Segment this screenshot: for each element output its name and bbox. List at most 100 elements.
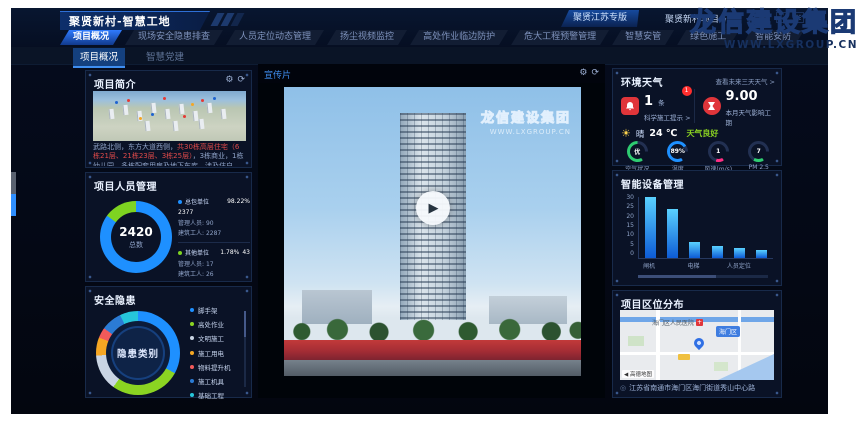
tab-dust-video[interactable]: 扬尘视频监控 [327, 30, 407, 45]
device-bar-chart [638, 197, 773, 259]
building-block [144, 121, 150, 131]
personnel-legend: 总包单位 98.22% 2377 管理人员: 90 建筑工人: 2287 其他单… [178, 197, 250, 278]
hourglass-icon [703, 97, 721, 115]
map-pin [139, 117, 142, 120]
scrollbar-thumb[interactable] [638, 275, 716, 278]
tab-smart-defense[interactable]: 智能安防 [742, 30, 804, 45]
chart-scrollbar[interactable] [638, 275, 768, 278]
location-icon: ◎ [620, 384, 626, 392]
gauge-pm25: 7 PM 2.5 [739, 141, 780, 173]
tab-major-project-warning[interactable]: 危大工程预警管理 [511, 30, 609, 45]
handle-bottom [11, 194, 16, 216]
tab-personnel-location[interactable]: 人员定位动态管理 [226, 30, 324, 45]
building-block [206, 103, 212, 113]
gauge-ring: 1 [708, 141, 729, 162]
gauge-humidity: 89% 湿度 [658, 141, 699, 173]
panel-hazard: 安全隐患 隐患类别 脚手架 高处作业 文明施工 施工用电 物料提升机 施工机具 … [85, 286, 252, 398]
building-block [178, 104, 184, 114]
chevron-down-icon: ∨ [722, 16, 727, 24]
map-road [738, 310, 741, 380]
panel-project-intro: 项目简介 ⚙ ⟳ 武路北侧，东方大 [85, 70, 252, 168]
tab-project-overview[interactable]: 项目概况 [60, 30, 122, 45]
building-block [220, 109, 226, 119]
sidebar-collapse-handle[interactable] [11, 172, 16, 216]
bar-column [706, 197, 728, 258]
gear-icon[interactable]: ⚙ [579, 68, 587, 78]
project-description: 武路北侧，东方大道西侧，共30栋高层住宅（6栋21层、21栋23层、3栋25层）… [93, 143, 246, 166]
tab-safety-hazard[interactable]: 现场安全隐患排查 [125, 30, 223, 45]
tab-smart-security[interactable]: 智慧安管 [612, 30, 674, 45]
hazard-legend: 脚手架 高处作业 文明施工 施工用电 物料提升机 施工机具 基础工程 [190, 305, 242, 404]
legend-item: 高处作业 [190, 319, 242, 329]
sun-icon: ☀ [621, 127, 631, 140]
map-pin [183, 115, 186, 118]
bar-column [728, 197, 750, 258]
y-axis: 3025 2015 105 0 [619, 195, 634, 257]
weather-stats: 1 条 科学施工提示 > 1 9.00 本月天气影响工期 [621, 89, 775, 123]
legend-dot [190, 351, 194, 355]
panel-title: 项目人员管理 [94, 178, 157, 193]
subtab-party-building[interactable]: 智慧党建 [139, 48, 191, 68]
refresh-icon[interactable]: ⟳ [591, 68, 599, 78]
user-icon[interactable]: ☷ [793, 12, 804, 23]
legend-item: 其他单位 1.78% 43 [178, 248, 250, 257]
video-player[interactable]: 龙信建设集团 WWW.LXGROUP.CN ▶ [258, 83, 605, 398]
legend-item: 施工机具 [190, 376, 242, 386]
panel-title: 智能设备管理 [621, 176, 684, 191]
map-pin [191, 103, 194, 106]
map-road [620, 352, 774, 355]
divider [178, 242, 250, 243]
map-canvas[interactable]: 海门区人民医院 + 海门区 ◀ 高德地图 [620, 310, 774, 380]
gauge-wind: 1 风速(m/s) [698, 141, 739, 173]
tree-row [284, 316, 581, 342]
legend-dot [178, 200, 182, 204]
map-label-hospital: 海门区人民医院 + [652, 318, 703, 327]
scrollbar-thumb[interactable] [244, 311, 246, 337]
refresh-icon[interactable]: ⟳ [237, 75, 245, 85]
map-pin [213, 97, 216, 100]
map-provider-logo: ◀ 高德地图 [622, 370, 654, 378]
building-block [108, 109, 114, 119]
building-block [164, 109, 170, 119]
bar [645, 197, 656, 258]
legend-item: 施工用电 [190, 348, 242, 358]
map-road-tag [678, 354, 690, 360]
region-version-button[interactable]: 聚贤江苏专版 [561, 10, 639, 27]
tab-edge-protection[interactable]: 高处作业临边防护 [410, 30, 508, 45]
map-green-area [714, 362, 728, 371]
donut-center: 隐患类别 [106, 321, 170, 385]
gauge-ring: 优 [627, 141, 648, 162]
construction-tip-card[interactable]: 1 条 科学施工提示 > 1 [621, 89, 694, 123]
panel-actions: ⚙ ⟳ [579, 68, 599, 78]
subtab-project-overview[interactable]: 项目概况 [73, 48, 125, 68]
grid-icon[interactable]: ▦ [759, 12, 770, 23]
legend-scrollbar[interactable] [244, 311, 246, 387]
donut-center: 2420 总数 [111, 212, 161, 262]
gear-icon[interactable]: ⚙ [225, 75, 233, 85]
panel-title: 项目区位分布 [621, 296, 684, 311]
weather-gauges: 优 空气状况 89% 湿度 1 风速(m/s) 7 PM 2.5 [617, 141, 779, 173]
subtab-bar: 项目概况 智慧党建 [73, 48, 191, 68]
personnel-donut-chart: 2420 总数 [100, 201, 172, 273]
map-label-district: 海门区 [716, 326, 740, 337]
legend-dot [190, 336, 194, 340]
building-block [122, 105, 128, 115]
map-pin [201, 99, 204, 102]
legend-dot [190, 379, 194, 383]
weather-delay-card: 9.00 本月天气影响工期 [694, 89, 776, 123]
panel-actions: ⚙ ⟳ [225, 75, 245, 85]
panel-title: 安全隐患 [94, 292, 136, 307]
play-button[interactable]: ▶ [416, 191, 450, 225]
legend-detail: 管理人员: 17 建筑工人: 26 [178, 259, 250, 278]
main-tab-bar: 项目概况 现场安全隐患排查 人员定位动态管理 扬尘视频监控 高处作业临边防护 危… [60, 30, 804, 45]
legend-dot [190, 322, 194, 326]
panel-title: 项目简介 [94, 76, 136, 91]
bar-column [751, 197, 773, 258]
project-selector[interactable]: 聚贤新村项目∨ [665, 12, 727, 25]
road-strip [284, 360, 581, 376]
project-address: ◎ 江苏省南通市海门区海门街道秀山中心路 [620, 383, 755, 393]
legend-dot [190, 393, 194, 397]
building-block [198, 119, 204, 129]
fullscreen-icon[interactable]: ⛶ [776, 12, 787, 23]
tab-green-construction[interactable]: 绿色施工 [677, 30, 739, 45]
